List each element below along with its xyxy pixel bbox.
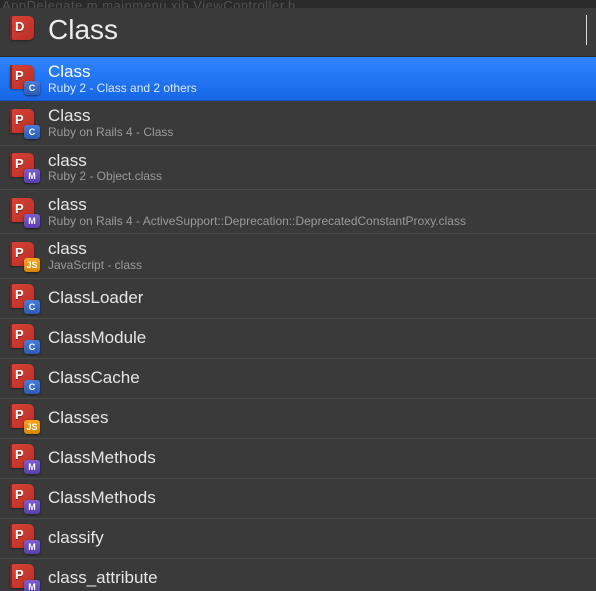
docset-icon-letter: P <box>15 156 24 171</box>
result-item[interactable]: PC ClassRuby 2 - Class and 2 others <box>0 57 596 101</box>
docset-icon-letter: P <box>15 287 24 302</box>
type-badge-icon: JS <box>24 420 40 434</box>
docset-icon: PM <box>10 153 38 181</box>
app-icon-letter: D <box>15 19 24 34</box>
search-bar: D <box>0 8 596 57</box>
docset-icon-letter: P <box>15 407 24 422</box>
result-title: class <box>48 239 142 259</box>
result-item[interactable]: PMclassRuby 2 - Object.class <box>0 146 596 190</box>
docset-icon: PM <box>10 564 38 591</box>
type-badge-icon: C <box>24 380 40 394</box>
type-badge-icon: M <box>24 540 40 554</box>
app-icon: D <box>10 16 38 44</box>
type-badge-icon: C <box>24 125 40 139</box>
docset-icon-letter: P <box>15 487 24 502</box>
result-title: class <box>48 151 162 171</box>
result-item[interactable]: PMclassify <box>0 519 596 559</box>
result-text: ClassRuby on Rails 4 - Class <box>48 106 173 139</box>
docset-icon-letter: P <box>15 567 24 582</box>
result-item[interactable]: PC ClassCache <box>0 359 596 399</box>
type-badge-icon: M <box>24 214 40 228</box>
result-text: ClassCache <box>48 368 140 388</box>
result-text: ClassLoader <box>48 288 143 308</box>
result-item[interactable]: PMclass_attribute <box>0 559 596 591</box>
docset-icon: PC <box>10 364 38 392</box>
result-title: ClassMethods <box>48 488 156 508</box>
docset-icon-letter: P <box>15 68 24 83</box>
result-item[interactable]: PM ClassMethods <box>0 439 596 479</box>
result-subtitle: Ruby 2 - Class and 2 others <box>48 82 197 96</box>
result-text: classJavaScript - class <box>48 239 142 272</box>
docset-icon: PC <box>10 109 38 137</box>
docset-icon: PC <box>10 324 38 352</box>
docset-icon: PC <box>10 284 38 312</box>
result-subtitle: Ruby on Rails 4 - Class <box>48 126 173 140</box>
result-text: Classes <box>48 408 108 428</box>
result-item[interactable]: PJS classJavaScript - class <box>0 234 596 278</box>
result-title: Classes <box>48 408 108 428</box>
result-subtitle: JavaScript - class <box>48 259 142 273</box>
result-text: classify <box>48 528 104 548</box>
result-text: ClassMethods <box>48 488 156 508</box>
docset-icon: PJS <box>10 242 38 270</box>
type-badge-icon: C <box>24 300 40 314</box>
result-item[interactable]: PC ClassLoader <box>0 279 596 319</box>
result-item[interactable]: PC ClassModule <box>0 319 596 359</box>
docset-icon: PM <box>10 484 38 512</box>
docset-icon-letter: P <box>15 245 24 260</box>
result-subtitle: Ruby 2 - Object.class <box>48 170 162 184</box>
search-field-wrap[interactable] <box>48 14 588 46</box>
result-item[interactable]: PM ClassMethods <box>0 479 596 519</box>
docset-icon: PJS <box>10 404 38 432</box>
docset-icon-letter: P <box>15 527 24 542</box>
result-text: ClassRuby 2 - Class and 2 others <box>48 62 197 95</box>
docset-icon-letter: P <box>15 201 24 216</box>
docset-icon: PM <box>10 444 38 472</box>
docset-icon: PM <box>10 198 38 226</box>
search-input[interactable] <box>48 14 588 46</box>
result-item[interactable]: PJS Classes <box>0 399 596 439</box>
result-item[interactable]: PC ClassRuby on Rails 4 - Class <box>0 101 596 145</box>
result-title: class_attribute <box>48 568 158 588</box>
results-list[interactable]: PCClassRuby 2 - Class and 2 othersPCClas… <box>0 57 596 591</box>
result-title: classify <box>48 528 104 548</box>
type-badge-icon: M <box>24 500 40 514</box>
result-title: class <box>48 195 466 215</box>
result-title: ClassModule <box>48 328 146 348</box>
docset-icon-letter: P <box>15 447 24 462</box>
docset-icon-letter: P <box>15 112 24 127</box>
result-title: ClassLoader <box>48 288 143 308</box>
type-badge-icon: M <box>24 169 40 183</box>
type-badge-icon: M <box>24 580 40 591</box>
quick-search-overlay: D PCClassRuby 2 - Class and 2 othersPCCl… <box>0 8 596 591</box>
type-badge-icon: C <box>24 81 40 95</box>
result-text: ClassMethods <box>48 448 156 468</box>
result-title: Class <box>48 62 197 82</box>
result-text: ClassModule <box>48 328 146 348</box>
result-text: classRuby 2 - Object.class <box>48 151 162 184</box>
result-subtitle: Ruby on Rails 4 - ActiveSupport::Depreca… <box>48 215 466 229</box>
result-text: classRuby on Rails 4 - ActiveSupport::De… <box>48 195 466 228</box>
result-text: class_attribute <box>48 568 158 588</box>
result-title: ClassCache <box>48 368 140 388</box>
type-badge-icon: M <box>24 460 40 474</box>
docset-icon-letter: P <box>15 367 24 382</box>
type-badge-icon: C <box>24 340 40 354</box>
docset-icon: PC <box>10 65 38 93</box>
result-item[interactable]: PMclassRuby on Rails 4 - ActiveSupport::… <box>0 190 596 234</box>
result-title: ClassMethods <box>48 448 156 468</box>
text-caret <box>586 15 587 45</box>
type-badge-icon: JS <box>24 258 40 272</box>
docset-icon-letter: P <box>15 327 24 342</box>
result-title: Class <box>48 106 173 126</box>
docset-icon: PM <box>10 524 38 552</box>
